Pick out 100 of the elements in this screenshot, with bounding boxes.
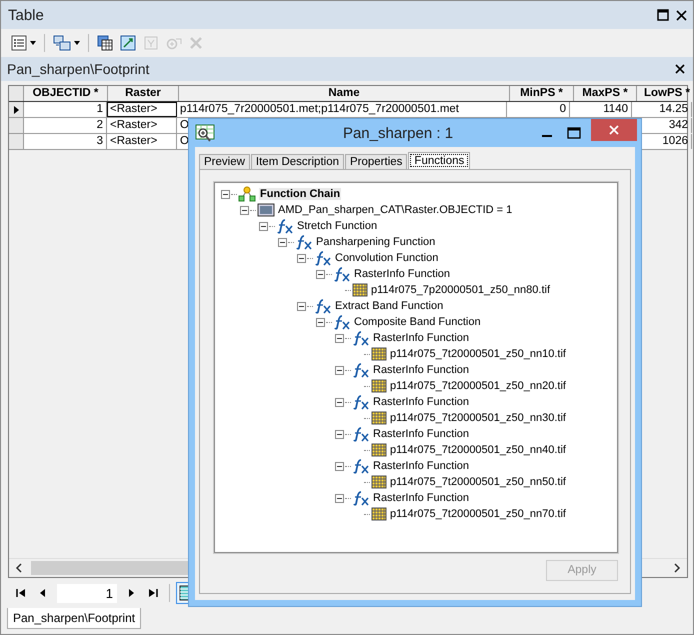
tree-item[interactable]: RasterInfo Function [373, 364, 469, 376]
scroll-left-icon[interactable] [15, 563, 23, 573]
raster-grid-icon [371, 411, 387, 425]
table-cell: 14.25 [632, 102, 692, 117]
collapse-icon[interactable] [240, 206, 249, 214]
column-header[interactable]: Raster [108, 86, 179, 101]
raster-grid-icon [371, 443, 387, 457]
select-attr-tool-button[interactable] [95, 33, 115, 53]
collapse-icon[interactable] [297, 254, 306, 262]
raster-grid-icon [371, 475, 387, 489]
raster-grid-icon [371, 347, 387, 361]
row-selector[interactable] [9, 102, 24, 117]
record-field[interactable]: 1 [57, 584, 117, 602]
function-icon [352, 426, 370, 442]
last-record-icon[interactable] [147, 588, 159, 598]
tree-item[interactable]: p114r075_7t20000501_z50_nn10.tif [390, 348, 566, 360]
function-icon [314, 298, 332, 314]
collapse-icon[interactable] [316, 270, 325, 278]
dialog-tab[interactable]: Properties [345, 154, 408, 169]
tree-item[interactable]: Composite Band Function [354, 316, 481, 328]
scroll-right-icon[interactable] [673, 563, 681, 573]
collapse-icon[interactable] [335, 494, 344, 502]
collapse-icon[interactable] [316, 318, 325, 326]
function-icon [333, 314, 351, 330]
tree-item[interactable]: RasterInfo Function [354, 268, 450, 280]
table-cell: 1140 [570, 102, 632, 117]
tree-item[interactable]: p114r075_7p20000501_z50_nn80.tif [371, 284, 550, 296]
dropdown-arrow-icon[interactable] [30, 41, 36, 45]
close-icon [609, 125, 619, 135]
dialog-tab[interactable]: Item Description [250, 154, 344, 169]
column-header[interactable]: OBJECTID * [24, 86, 108, 101]
close-icon[interactable] [676, 10, 687, 20]
table-tab[interactable]: Pan_sharpen\Footprint [7, 608, 142, 629]
tree-item[interactable]: p114r075_7t20000501_z50_nn30.tif [390, 412, 566, 424]
function-icon [295, 234, 313, 250]
tree-item[interactable]: RasterInfo Function [373, 332, 469, 344]
column-header[interactable]: MaxPS * [574, 86, 637, 101]
function-icon [352, 330, 370, 346]
first-record-icon[interactable] [15, 588, 27, 598]
network-icon [238, 186, 256, 202]
table-cell: 3 [24, 134, 107, 149]
table-cell: <Raster> [107, 118, 177, 133]
tree-item[interactable]: RasterInfo Function [373, 460, 469, 472]
maximize-icon[interactable] [567, 127, 581, 139]
raster-grid-icon [352, 283, 368, 297]
collapse-icon[interactable] [335, 366, 344, 374]
dropdown-arrow-icon[interactable] [74, 41, 80, 45]
table-cell: 0 [507, 102, 570, 117]
dialog-tab[interactable]: Preview [199, 154, 250, 169]
options-tool-button[interactable] [9, 33, 38, 53]
dialog-title: Pan_sharpen : 1 [342, 124, 454, 142]
collapse-icon[interactable] [259, 222, 268, 230]
raster-dataset-icon [257, 203, 275, 217]
table-cell: <Raster> [107, 102, 177, 117]
tree-item[interactable]: p114r075_7t20000501_z50_nn20.tif [390, 380, 566, 392]
collapse-icon[interactable] [221, 190, 230, 198]
tree-item[interactable]: RasterInfo Function [373, 492, 469, 504]
window-title: Table [8, 6, 44, 24]
function-icon [352, 458, 370, 474]
tree-item[interactable]: Extract Band Function [335, 300, 444, 312]
tree-item[interactable]: p114r075_7t20000501_z50_nn40.tif [390, 444, 566, 456]
maximize-icon[interactable] [657, 9, 669, 21]
tree-item[interactable]: Convolution Function [335, 252, 438, 264]
function-icon [314, 250, 332, 266]
table-cell: 1 [24, 102, 107, 117]
tree-item[interactable]: p114r075_7t20000501_z50_nn70.tif [390, 508, 566, 520]
collapse-icon[interactable] [335, 430, 344, 438]
close-icon[interactable] [675, 64, 685, 74]
identify-window-icon [195, 124, 215, 142]
column-header[interactable]: MinPS * [510, 86, 574, 101]
tree-item[interactable]: RasterInfo Function [373, 396, 469, 408]
tree-item[interactable]: RasterInfo Function [373, 428, 469, 440]
current-row-icon [14, 106, 18, 114]
table-cell: <Raster> [107, 134, 177, 149]
function-icon [352, 362, 370, 378]
tree-item[interactable]: Function Chain [259, 188, 342, 200]
switch-tool-button[interactable] [118, 33, 138, 53]
collapse-icon[interactable] [335, 398, 344, 406]
function-icon [352, 394, 370, 410]
table-title: Pan_sharpen\Footprint [7, 61, 150, 77]
function-icon [333, 266, 351, 282]
table-cell: 2 [24, 118, 107, 133]
table-cell: p114r075_7r20000501.met;p114r075_7r20000501.met [177, 102, 507, 117]
tree-item[interactable]: p114r075_7t20000501_z50_nn50.tif [390, 476, 566, 488]
column-header[interactable]: Name [179, 86, 510, 101]
collapse-icon[interactable] [335, 462, 344, 470]
tree-item[interactable]: Pansharpening Function [316, 236, 436, 248]
collapse-icon[interactable] [278, 238, 287, 246]
close-button[interactable] [591, 119, 637, 141]
tree-item[interactable]: AMD_Pan_sharpen_CAT\Raster.OBJECTID = 1 [278, 204, 512, 216]
dialog-tab[interactable]: Functions [408, 152, 470, 169]
related-tool-button[interactable] [51, 33, 82, 53]
column-header[interactable]: LowPS * [637, 86, 693, 101]
function-icon [352, 490, 370, 506]
raster-grid-icon [371, 507, 387, 521]
collapse-icon[interactable] [297, 302, 306, 310]
raster-grid-icon [371, 379, 387, 393]
tree-item[interactable]: Stretch Function [297, 220, 378, 232]
function-icon [276, 218, 294, 234]
collapse-icon[interactable] [335, 334, 344, 342]
